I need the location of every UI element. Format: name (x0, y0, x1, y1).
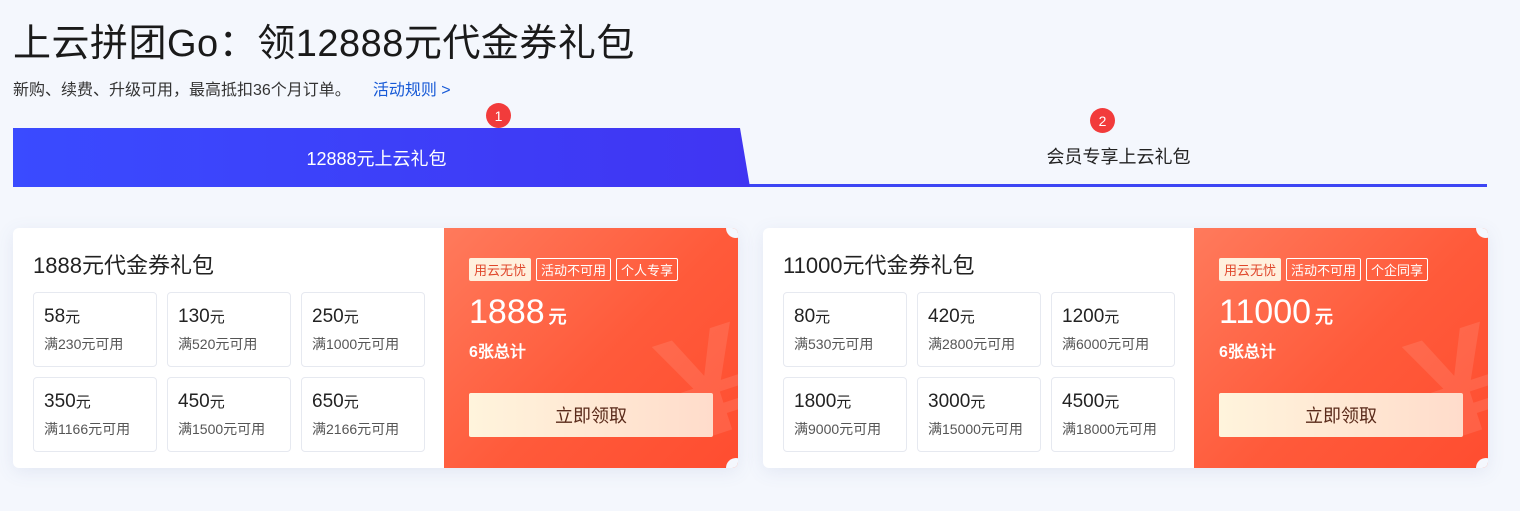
tag-list: 用云无忧 活动不可用 个企同享 (1219, 258, 1488, 281)
coupon-condition: 满1000元可用 (312, 336, 400, 352)
subtitle-row: 新购、续费、升级可用，最高抵扣36个月订单。 活动规则 > (13, 76, 451, 100)
yen-watermark-icon: ¥ (1390, 290, 1488, 468)
tab-label: 12888元上云礼包 (306, 148, 447, 169)
claim-button[interactable]: 立即领取 (469, 393, 713, 437)
card-coupon-section: 11000元代金券礼包 80元 满530元可用 420元 满2800元可用 12… (763, 228, 1194, 468)
tag: 用云无忧 (469, 258, 532, 281)
coupon-amount: 350元 (44, 391, 91, 412)
card-coupon-section: 1888元代金券礼包 58元 满230元可用 130元 满520元可用 250元… (13, 228, 444, 468)
step-badge-1: 1 (486, 103, 511, 128)
coupon-item: 650元 满2166元可用 (301, 377, 425, 452)
voucher-package-card: 11000元代金券礼包 80元 满530元可用 420元 满2800元可用 12… (763, 228, 1488, 468)
coupon-amount: 1200元 (1062, 306, 1120, 327)
coupon-condition: 满2800元可用 (928, 336, 1016, 352)
claim-button[interactable]: 立即领取 (1219, 393, 1463, 437)
coupon-condition: 满15000元可用 (928, 421, 1023, 437)
coupon-amount: 3000元 (928, 391, 986, 412)
ticket-notch (1476, 228, 1488, 238)
coupon-amount: 450元 (178, 391, 225, 412)
tab-label: 会员专享上云礼包 (1046, 147, 1191, 167)
coupon-item: 1800元 满9000元可用 (783, 377, 907, 452)
coupon-amount: 130元 (178, 306, 225, 327)
coupon-condition: 满1166元可用 (44, 421, 131, 437)
tag: 用云无忧 (1219, 258, 1282, 281)
coupon-item: 4500元 满18000元可用 (1051, 377, 1175, 452)
ticket-notch (726, 228, 738, 238)
coupon-condition: 满2166元可用 (312, 421, 400, 437)
coupon-item: 250元 满1000元可用 (301, 292, 425, 367)
coupon-item: 420元 满2800元可用 (917, 292, 1041, 367)
coupon-grid: 58元 满230元可用 130元 满520元可用 250元 满1000元可用 3… (33, 292, 444, 452)
card-summary-section: ¥ 用云无忧 活动不可用 个企同享 11000 元 6张总计 立即领取 (1194, 228, 1488, 468)
coupon-item: 450元 满1500元可用 (167, 377, 291, 452)
coupon-item: 3000元 满15000元可用 (917, 377, 1041, 452)
coupon-condition: 满1500元可用 (178, 421, 266, 437)
coupon-item: 1200元 满6000元可用 (1051, 292, 1175, 367)
coupon-condition: 满530元可用 (794, 336, 874, 352)
coupon-amount: 650元 (312, 391, 359, 412)
tab-12888-package[interactable]: 12888元上云礼包 (13, 128, 750, 187)
coupon-amount: 58元 (44, 306, 81, 327)
card-title: 11000元代金券礼包 (783, 253, 975, 278)
coupon-amount: 4500元 (1062, 391, 1120, 412)
coupon-condition: 满18000元可用 (1062, 421, 1157, 437)
coupon-amount: 1800元 (794, 391, 852, 412)
coupon-condition: 满520元可用 (178, 336, 258, 352)
coupon-amount: 80元 (794, 306, 831, 327)
tag: 活动不可用 (1286, 258, 1362, 281)
page-title: 上云拼团Go：领12888元代金券礼包 (13, 23, 635, 65)
tag: 活动不可用 (536, 258, 612, 281)
coupon-condition: 满230元可用 (44, 336, 124, 352)
tag-list: 用云无忧 活动不可用 个人专享 (469, 258, 738, 281)
coupon-condition: 满9000元可用 (794, 421, 882, 437)
voucher-package-card: 1888元代金券礼包 58元 满230元可用 130元 满520元可用 250元… (13, 228, 738, 468)
tag: 个企同享 (1366, 258, 1429, 281)
tab-bar: 12888元上云礼包 会员专享上云礼包 (13, 128, 1487, 187)
card-title: 1888元代金券礼包 (33, 253, 214, 278)
coupon-amount: 250元 (312, 306, 359, 327)
tab-member-package[interactable]: 会员专享上云礼包 (750, 128, 1487, 184)
tag: 个人专享 (616, 258, 679, 281)
yen-watermark-icon: ¥ (640, 290, 738, 468)
coupon-item: 58元 满230元可用 (33, 292, 157, 367)
coupon-condition: 满6000元可用 (1062, 336, 1150, 352)
coupon-amount: 420元 (928, 306, 975, 327)
activity-rules-link[interactable]: 活动规则 > (373, 82, 451, 99)
coupon-item: 80元 满530元可用 (783, 292, 907, 367)
subtitle: 新购、续费、升级可用，最高抵扣36个月订单。 (13, 82, 351, 99)
coupon-item: 130元 满520元可用 (167, 292, 291, 367)
coupon-grid: 80元 满530元可用 420元 满2800元可用 1200元 满6000元可用… (783, 292, 1194, 452)
step-badge-2: 2 (1090, 108, 1115, 133)
coupon-item: 350元 满1166元可用 (33, 377, 157, 452)
card-summary-section: ¥ 用云无忧 活动不可用 个人专享 1888 元 6张总计 立即领取 (444, 228, 738, 468)
